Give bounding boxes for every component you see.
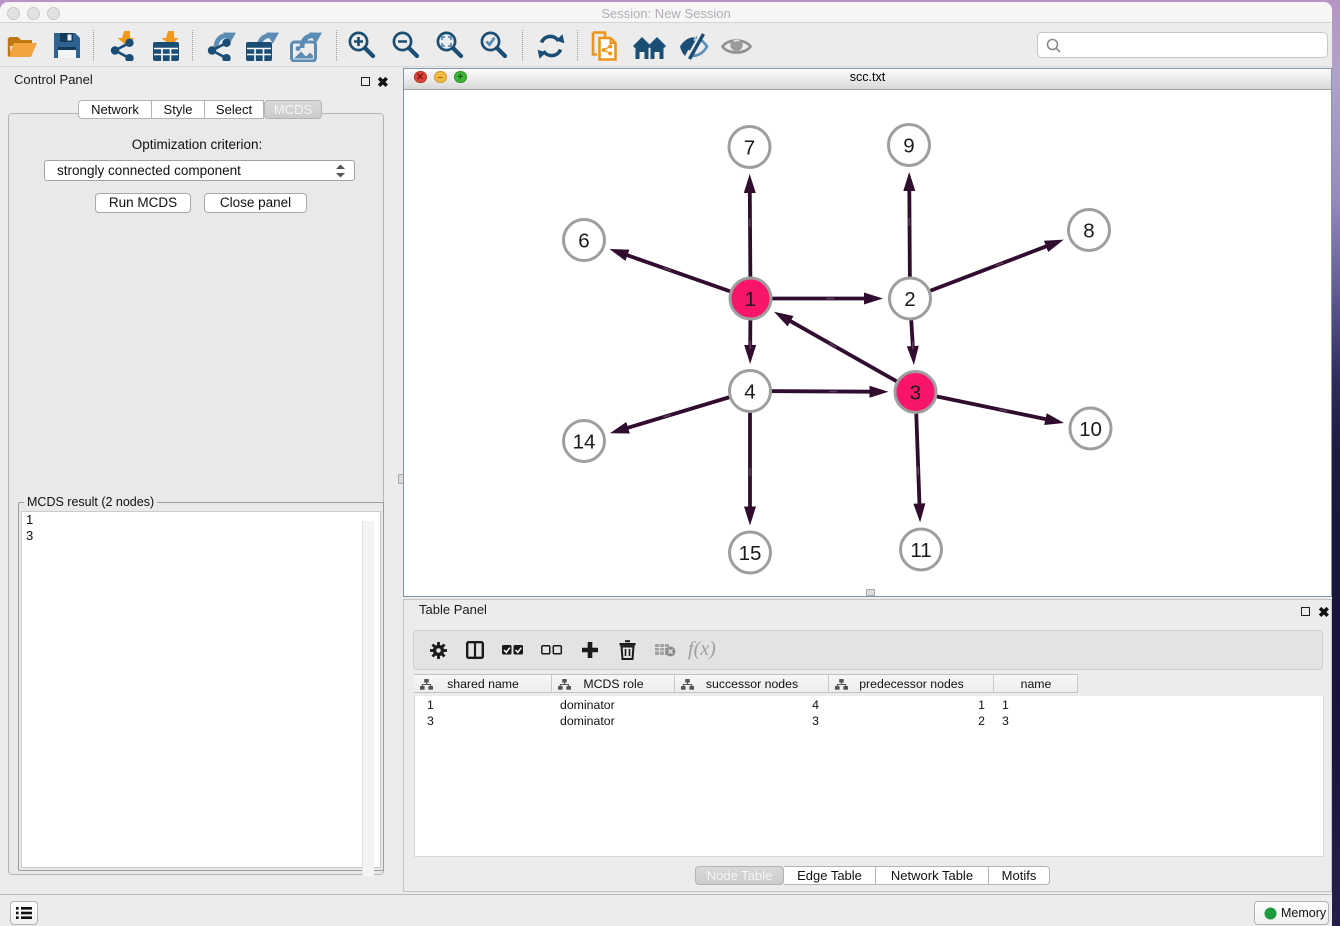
svg-text:10: 10	[1079, 417, 1102, 440]
svg-text:1: 1	[745, 287, 756, 310]
svg-text:4: 4	[744, 380, 755, 403]
svg-text:7: 7	[744, 136, 755, 159]
svg-text:14: 14	[573, 430, 596, 453]
svg-text:11: 11	[910, 538, 931, 561]
svg-text:8: 8	[1083, 219, 1094, 242]
svg-text:9: 9	[903, 134, 914, 157]
svg-text:2: 2	[904, 287, 915, 310]
svg-text:6: 6	[578, 229, 589, 252]
svg-text:15: 15	[739, 541, 762, 564]
svg-text:3: 3	[910, 381, 921, 404]
